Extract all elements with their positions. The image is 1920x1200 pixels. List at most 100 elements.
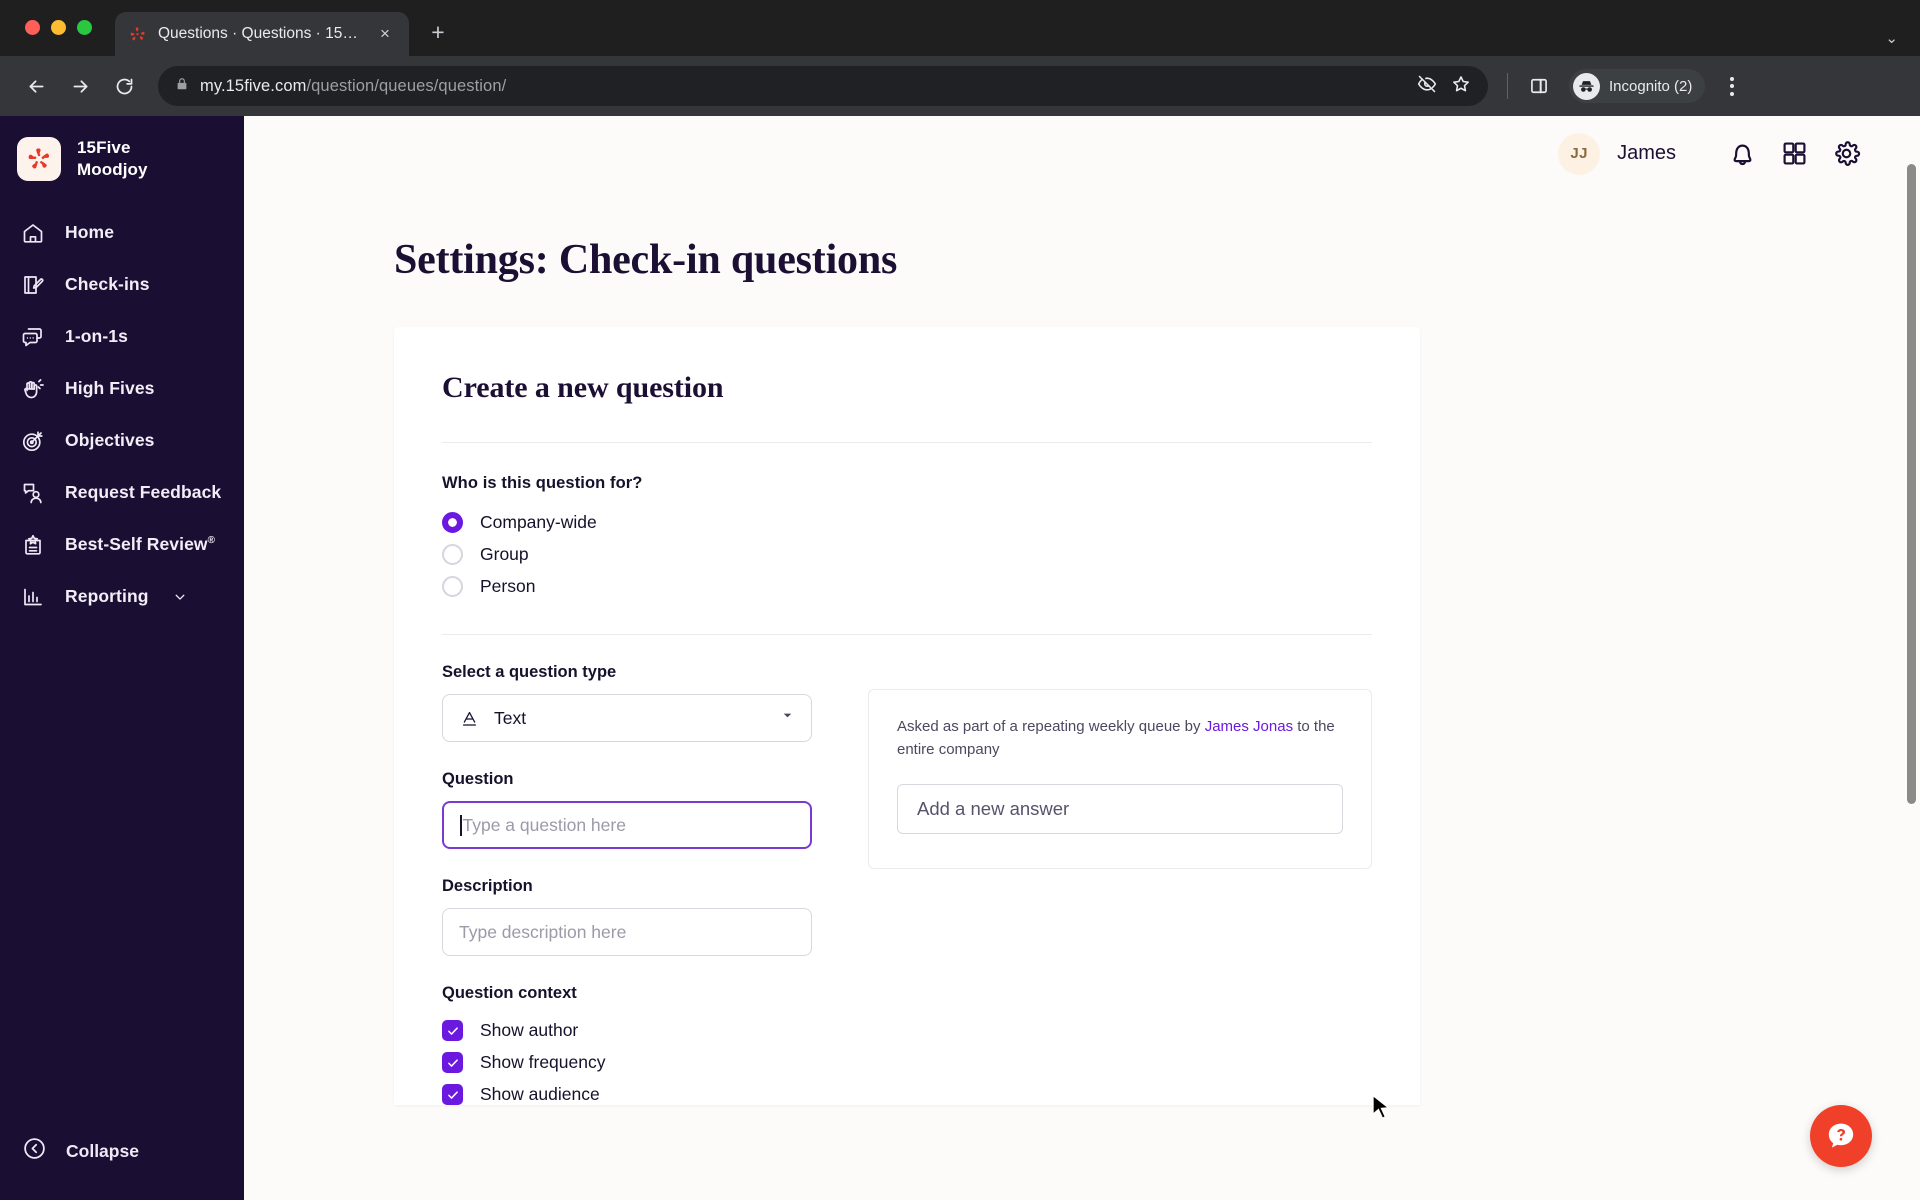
sidebar-item-1-on-1s[interactable]: 1-on-1s: [0, 311, 244, 363]
tab-search-chevron-icon[interactable]: ⌄: [1885, 29, 1898, 47]
question-type-label: Select a question type: [442, 663, 617, 681]
preview-meta-prefix: Asked as part of a repeating weekly queu…: [897, 718, 1205, 735]
back-arrow-icon[interactable]: [16, 66, 56, 106]
checkbox-show-author[interactable]: Show author: [442, 1020, 812, 1041]
description-input[interactable]: Type description here: [442, 908, 812, 956]
checkbox-label: Show frequency: [480, 1052, 606, 1072]
reload-icon[interactable]: [104, 66, 144, 106]
page-scrollbar[interactable]: [1907, 164, 1916, 804]
radio-input[interactable]: [442, 576, 463, 597]
incognito-profile-button[interactable]: Incognito (2): [1569, 69, 1706, 103]
eye-off-icon[interactable]: [1417, 74, 1437, 99]
browser-tabstrip: Questions · Questions · 15Five × + ⌄: [0, 0, 1920, 56]
apps-grid-icon[interactable]: [1768, 128, 1820, 180]
sidebar-collapse-button[interactable]: Collapse: [0, 1136, 244, 1200]
question-type-select[interactable]: Text: [442, 694, 812, 742]
checkbox-show-audience[interactable]: Show audience: [442, 1084, 812, 1105]
user-name: James: [1617, 142, 1676, 164]
target-icon: [20, 428, 46, 454]
checkbox-label: Show author: [480, 1020, 579, 1040]
sidebar-item-label: Home: [65, 222, 115, 243]
question-placeholder: Type a question here: [462, 814, 626, 835]
star-icon[interactable]: [1451, 74, 1471, 99]
lock-icon: [175, 77, 189, 96]
radio-label: Company-wide: [480, 512, 597, 532]
audience-question-label: Who is this question for?: [442, 474, 643, 492]
page-title: Settings: Check-in questions: [394, 237, 898, 283]
url-domain: my.15five.com: [200, 76, 307, 95]
toolbar-divider: [1507, 73, 1508, 99]
check-icon: [447, 1090, 458, 1099]
brand-block[interactable]: 15Five Moodjoy: [0, 116, 244, 182]
kebab-menu-icon[interactable]: [1715, 69, 1749, 103]
side-panel-icon[interactable]: [1519, 66, 1559, 106]
sidebar-item-home[interactable]: Home: [0, 207, 244, 259]
url-text: my.15five.com/question/queues/question/: [200, 77, 506, 96]
badge-clipboard-icon: [20, 532, 46, 558]
page-viewport: 15Five Moodjoy Home Check-ins 1-on-1s Hi…: [0, 116, 1920, 1200]
radio-input[interactable]: [442, 512, 463, 533]
minimize-window-button[interactable]: [51, 20, 66, 35]
form-right-column: Asked as part of a repeating weekly queu…: [868, 635, 1372, 1105]
tab-title: Questions · Questions · 15Five: [158, 25, 363, 42]
checkbox-input[interactable]: [442, 1052, 463, 1073]
sidebar-item-check-ins[interactable]: Check-ins: [0, 259, 244, 311]
sidebar-item-best-self-review[interactable]: Best-Self Review®: [0, 519, 244, 571]
high-five-hand-icon: [20, 376, 46, 402]
question-label: Question: [442, 770, 514, 788]
browser-tab[interactable]: Questions · Questions · 15Five ×: [115, 12, 409, 56]
15five-logo-icon: [128, 25, 147, 44]
radio-label: Person: [480, 576, 536, 596]
sidebar-item-label: 1-on-1s: [65, 326, 128, 347]
checkbox-input[interactable]: [442, 1084, 463, 1105]
radio-label: Group: [480, 544, 529, 564]
add-answer-input[interactable]: Add a new answer: [897, 784, 1343, 834]
sidebar-item-request-feedback[interactable]: Request Feedback: [0, 467, 244, 519]
close-window-button[interactable]: [25, 20, 40, 35]
url-path: /question/queues/question/: [306, 76, 507, 95]
question-input[interactable]: Type a question here: [442, 801, 812, 849]
new-tab-button[interactable]: +: [423, 17, 453, 47]
forward-arrow-icon[interactable]: [60, 66, 100, 106]
description-label: Description: [442, 877, 533, 895]
registered-mark: ®: [207, 535, 216, 547]
sidebar-item-high-fives[interactable]: High Fives: [0, 363, 244, 415]
close-tab-button[interactable]: ×: [374, 23, 396, 45]
sidebar-item-label: Best-Self Review®: [65, 534, 216, 555]
radio-option-company-wide[interactable]: Company-wide: [442, 512, 1372, 533]
maximize-window-button[interactable]: [77, 20, 92, 35]
browser-toolbar: my.15five.com/question/queues/question/: [0, 56, 1920, 116]
help-button[interactable]: [1810, 1105, 1872, 1167]
app-sidebar: 15Five Moodjoy Home Check-ins 1-on-1s Hi…: [0, 116, 244, 1200]
question-mark-bubble-icon: [1828, 1123, 1854, 1148]
home-icon: [20, 220, 46, 246]
text-cursor: [460, 814, 462, 836]
user-menu[interactable]: JJ James: [1558, 132, 1676, 175]
checkbox-show-frequency[interactable]: Show frequency: [442, 1052, 812, 1073]
address-bar[interactable]: my.15five.com/question/queues/question/: [158, 66, 1488, 106]
checkbox-input[interactable]: [442, 1020, 463, 1041]
sidebar-item-objectives[interactable]: Objectives: [0, 415, 244, 467]
radio-option-group[interactable]: Group: [442, 544, 1372, 565]
15five-logo-icon: [17, 137, 61, 182]
chevron-down-icon[interactable]: [173, 590, 187, 604]
sidebar-item-label: Check-ins: [65, 274, 150, 295]
notifications-bell-icon[interactable]: [1716, 128, 1768, 180]
radio-option-person[interactable]: Person: [442, 576, 1372, 597]
check-icon: [447, 1026, 458, 1035]
sidebar-item-label: Reporting: [65, 586, 149, 607]
feedback-person-icon: [20, 480, 46, 506]
radio-input[interactable]: [442, 544, 463, 565]
collapse-left-icon: [22, 1136, 47, 1166]
settings-gear-icon[interactable]: [1820, 128, 1872, 180]
sidebar-nav: Home Check-ins 1-on-1s High Fives Object…: [0, 207, 244, 623]
sidebar-item-label: High Fives: [65, 378, 155, 399]
text-format-a-icon: [459, 708, 480, 729]
preview-author-link[interactable]: James Jonas: [1205, 718, 1293, 735]
chevron-down-icon[interactable]: [780, 708, 795, 728]
question-context-group: Show author Show frequency Show audience: [442, 1020, 812, 1105]
question-type-value: Text: [494, 707, 527, 728]
incognito-icon: [1573, 72, 1600, 100]
checkbox-label: Show audience: [480, 1084, 600, 1104]
sidebar-item-reporting[interactable]: Reporting: [0, 571, 244, 623]
